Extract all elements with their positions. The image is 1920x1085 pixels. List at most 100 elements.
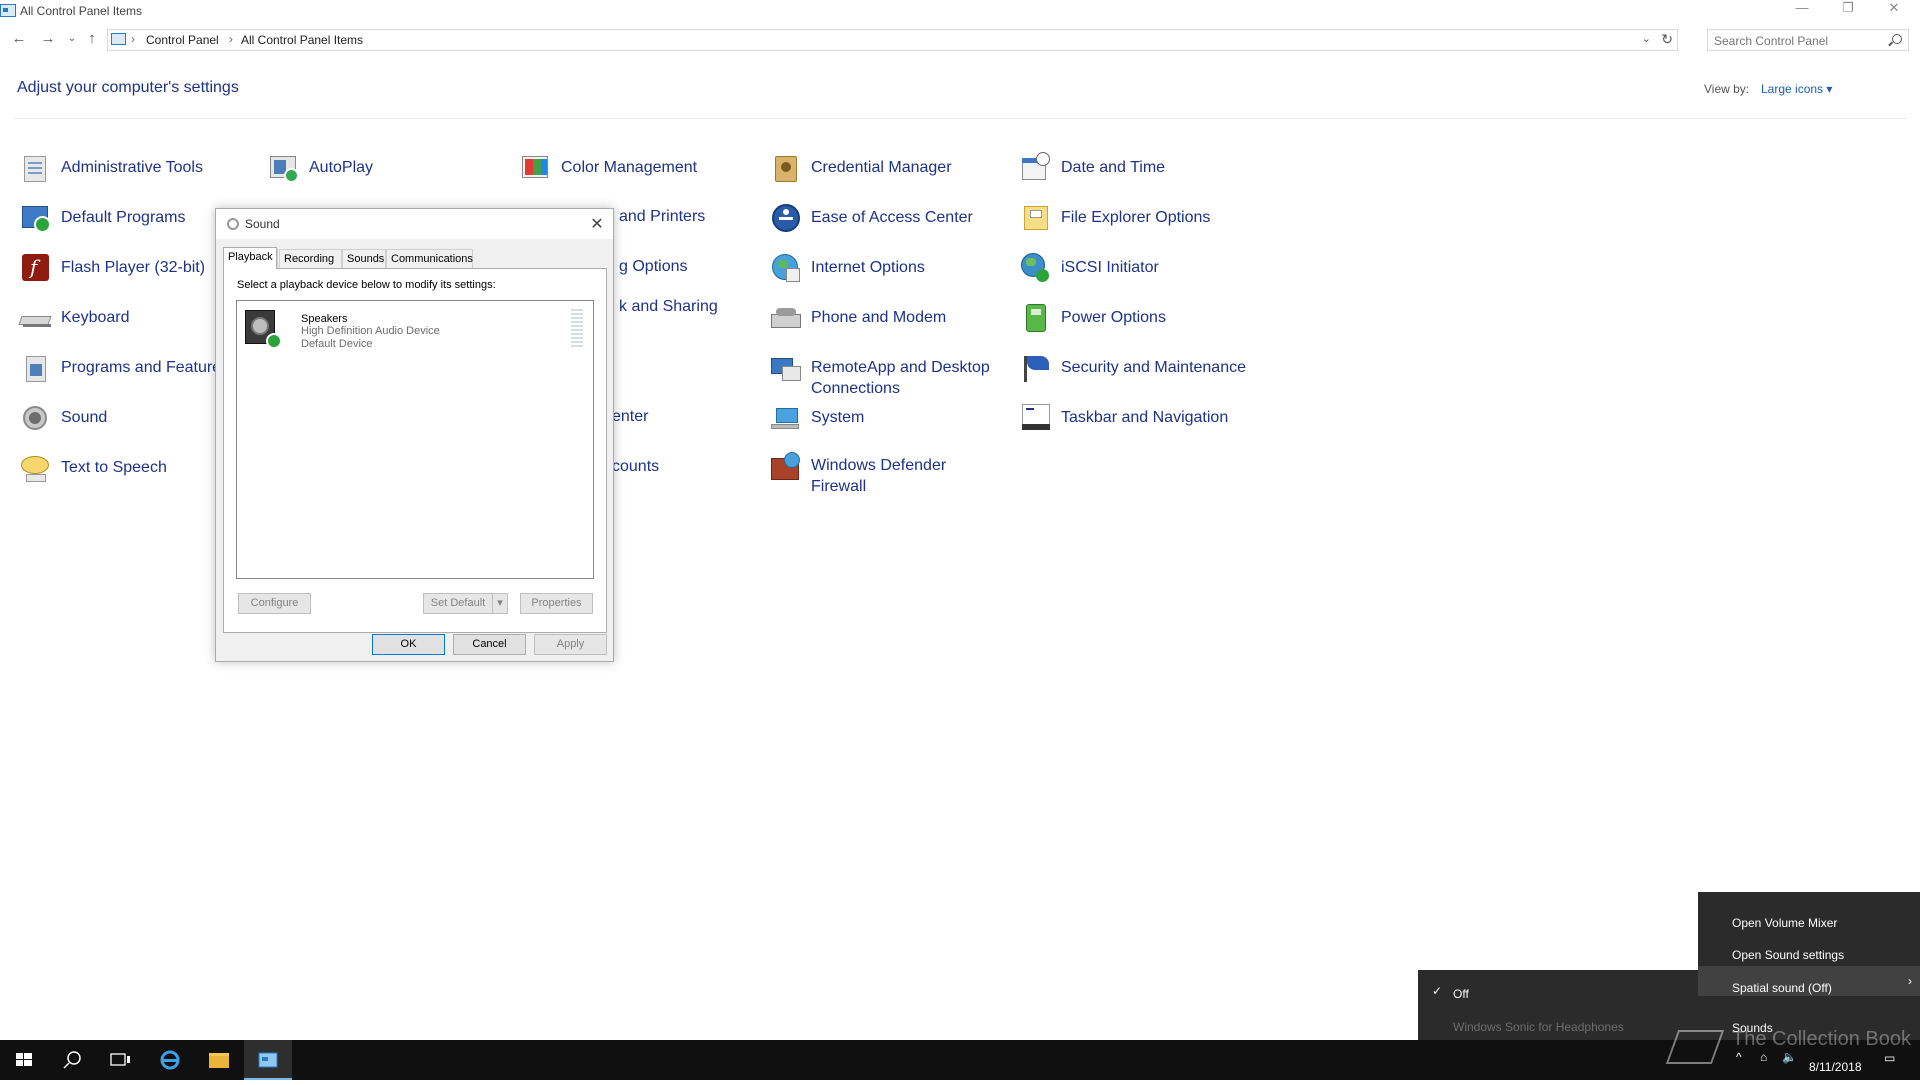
open-sound-settings-item[interactable]: Open Sound settings [1732, 948, 1844, 962]
remoteapp-icon [770, 352, 802, 384]
item-label: Security and Maintenance [1061, 359, 1246, 376]
taskbar-icon [1020, 402, 1052, 434]
item-devices-and-printers[interactable]: and Printers [619, 208, 705, 226]
item-recovery-center[interactable]: enter [612, 408, 648, 426]
tab-playback[interactable]: Playback [223, 247, 277, 269]
tab-sounds[interactable]: Sounds [342, 249, 386, 268]
search-icon[interactable] [1892, 34, 1902, 44]
computer-icon [770, 402, 802, 434]
tray-date[interactable]: 8/11/2018 [1809, 1060, 1862, 1074]
view-by-label: View by: [1704, 82, 1750, 96]
search-icon [63, 1051, 81, 1069]
keyboard-icon [18, 302, 52, 334]
cancel-button[interactable]: Cancel [453, 634, 526, 655]
ok-button[interactable]: OK [372, 634, 445, 655]
item-label: Text to Speech [61, 459, 167, 476]
phone-icon [770, 302, 802, 334]
speaker-icon [20, 402, 52, 434]
playback-device-list[interactable]: Speakers High Definition Audio Device De… [236, 300, 594, 579]
item-label: iSCSI Initiator [1061, 259, 1159, 276]
item-label: AutoPlay [309, 159, 374, 176]
dialog-close-button[interactable]: ✕ [587, 214, 607, 234]
device-status: Default Device [301, 338, 373, 350]
volume-icon[interactable]: 🔈 [1782, 1050, 1797, 1064]
folder-icon [209, 1053, 229, 1068]
configure-button[interactable]: Configure [238, 593, 311, 614]
control-panel-icon [258, 1052, 278, 1068]
default-programs-icon [20, 202, 52, 234]
recent-locations-button[interactable]: ⌄ [61, 28, 83, 50]
properties-button[interactable]: Properties [520, 593, 593, 614]
notifications-icon[interactable]: ▭ [1884, 1051, 1895, 1065]
minimize-button[interactable]: — [1779, 0, 1825, 22]
item-user-accounts[interactable]: counts [612, 458, 659, 476]
taskbar: ^ ⌂ 🔈 8/11/2018 ▭ [0, 1040, 1920, 1080]
restore-button[interactable]: ❐ [1825, 0, 1871, 22]
tab-communications[interactable]: Communications [386, 249, 473, 268]
page-title: Adjust your computer's settings [17, 79, 239, 96]
internet-explorer-button[interactable] [146, 1040, 194, 1080]
item-label: Connections [811, 380, 900, 397]
control-panel-taskbar-button[interactable] [244, 1040, 292, 1080]
start-button[interactable] [0, 1040, 48, 1080]
sound-icon [227, 218, 239, 230]
item-network-and-sharing[interactable]: k and Sharing [619, 298, 718, 316]
speech-bubble-icon [20, 452, 52, 484]
address-dropdown-icon[interactable]: ⌄ [1642, 32, 1651, 45]
folder-icon [1020, 202, 1052, 234]
task-view-icon [110, 1053, 130, 1066]
search-taskbar-button[interactable] [48, 1040, 96, 1080]
window-title: All Control Panel Items [20, 4, 143, 18]
item-label: Default Programs [61, 209, 186, 226]
network-icon[interactable]: ⌂ [1760, 1050, 1767, 1064]
item-label: Programs and Features [61, 359, 230, 376]
calendar-clock-icon [1020, 152, 1052, 184]
item-indexing-options[interactable]: g Options [619, 258, 687, 276]
item-label: Administrative Tools [61, 159, 203, 176]
item-label: Internet Options [811, 259, 925, 276]
item-label: RemoteApp and Desktop [811, 359, 990, 376]
search-input[interactable] [1708, 30, 1886, 52]
open-volume-mixer-item[interactable]: Open Volume Mixer [1732, 916, 1837, 930]
spatial-off-option[interactable]: Off [1453, 987, 1469, 1001]
search-box[interactable] [1707, 29, 1909, 52]
programs-and-features-icon [20, 352, 52, 384]
breadcrumb-separator: › [131, 32, 135, 46]
item-label: System [811, 409, 865, 426]
tray-chevron-icon[interactable]: ^ [1736, 1050, 1742, 1064]
battery-icon [1020, 302, 1052, 334]
globe-icon [770, 252, 802, 284]
administrative-tools-icon [20, 152, 52, 184]
chevron-right-icon: › [1908, 974, 1912, 988]
item-label: Power Options [1061, 309, 1166, 326]
up-button[interactable]: ↑ [81, 28, 103, 50]
set-default-button[interactable]: Set Default [423, 593, 493, 614]
view-by-dropdown[interactable]: Large icons ▾ [1761, 82, 1832, 96]
address-bar[interactable]: › Control Panel › All Control Panel Item… [107, 29, 1678, 51]
watermark-text: The Collection Book [1732, 1028, 1911, 1050]
iscsi-globe-icon [1020, 252, 1052, 284]
item-label: Ease of Access Center [811, 209, 973, 226]
file-explorer-button[interactable] [195, 1040, 243, 1080]
refresh-icon[interactable]: ↻ [1661, 31, 1673, 48]
close-button[interactable]: ✕ [1871, 0, 1917, 22]
dialog-title-bar: Sound ✕ [216, 209, 613, 239]
spatial-sound-item[interactable]: Spatial sound (Off) [1732, 981, 1832, 995]
apply-button[interactable]: Apply [534, 634, 607, 655]
back-button[interactable]: ← [8, 28, 30, 50]
item-label: Windows Defender [811, 457, 947, 474]
windows-logo-icon [16, 1053, 32, 1066]
item-label: Credential Manager [811, 159, 952, 176]
breadcrumb-all-items[interactable]: All Control Panel Items [241, 33, 363, 47]
task-view-button[interactable] [96, 1040, 144, 1080]
tab-recording[interactable]: Recording [279, 249, 342, 268]
divider [14, 118, 1907, 119]
forward-button[interactable]: → [37, 28, 59, 50]
set-default-dropdown-button[interactable]: ▾ [492, 593, 508, 614]
flash-player-icon: f [20, 252, 52, 284]
internet-explorer-icon [160, 1050, 180, 1070]
breadcrumb-control-panel[interactable]: Control Panel [146, 33, 219, 47]
speakers-device-icon [244, 308, 282, 349]
dialog-title: Sound [245, 217, 280, 231]
windows-sonic-option: Windows Sonic for Headphones [1453, 1020, 1624, 1034]
